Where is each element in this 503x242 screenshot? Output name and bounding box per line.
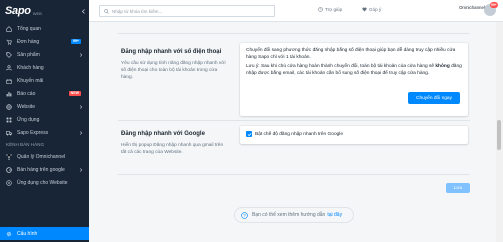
- brand-sub: WEB: [32, 10, 42, 16]
- sidebar-item-website[interactable]: Website: [0, 100, 89, 113]
- google-login-title: Đăng nhập nhanh với Google: [121, 131, 205, 137]
- google-login-card: Bật chế độ đăng nhập nhanh trên Google: [240, 126, 468, 144]
- google-login-checkbox[interactable]: [246, 131, 252, 137]
- scrollbar-thumb[interactable]: [497, 120, 501, 150]
- check-icon: [247, 132, 252, 136]
- sidebar-item-label: Khách hàng: [17, 64, 44, 71]
- gear-icon: [6, 231, 12, 236]
- chevron-right-icon: [79, 104, 83, 109]
- orders-count-badge: 99+: [70, 39, 81, 44]
- sales-channels-heading: KÊNH BÁN HÀNG: [6, 142, 45, 147]
- globe-icon: [6, 103, 12, 110]
- new-badge: NEW: [68, 91, 81, 96]
- svg-text:?: ?: [243, 213, 246, 218]
- sidebar-item-omnichannel[interactable]: Quản lý Omnichannel: [0, 150, 89, 163]
- tag-icon: [6, 51, 12, 58]
- search-input[interactable]: [112, 8, 272, 14]
- user-name[interactable]: Omnichannel: [459, 5, 485, 10]
- heart-icon: [362, 7, 367, 12]
- sidebar-item-settings[interactable]: Cấu hình: [0, 227, 89, 240]
- sidebar-item-label: Sapo Express: [17, 129, 49, 136]
- sidebar-item-google-shopping[interactable]: Bán hàng trên google: [0, 163, 89, 176]
- sidebar-item-label: Website: [17, 103, 35, 110]
- brand-name: Sapo: [5, 5, 31, 17]
- top-bar: ? Trợ giúp Góp ý Omnichannel 99+: [89, 0, 503, 22]
- sidebar: Sapo WEB Tổng quan Đơn hàng 99+ Sản phẩm…: [0, 0, 89, 242]
- feedback-link[interactable]: Góp ý: [362, 7, 381, 12]
- help-label: Trợ giúp: [325, 7, 343, 12]
- sidebar-item-label: Ủng dụng cho Website: [17, 179, 68, 186]
- sidebar-item-promotions[interactable]: Khuyến mãi: [0, 74, 89, 87]
- help-text: Bạn có thể xem thêm hướng dẫn: [252, 212, 326, 218]
- sidebar-nav: Tổng quan Đơn hàng 99+ Sản phẩm Khách hà…: [0, 22, 89, 189]
- sidebar-item-products[interactable]: Sản phẩm: [0, 48, 89, 61]
- home-icon: [6, 25, 12, 32]
- help-link[interactable]: tại đây: [327, 212, 342, 218]
- help-box: ? Bạn có thể xem thêm hướng dẫn tại đây: [234, 207, 354, 223]
- phone-login-description: Yêu cầu sử dụng tính năng đăng nhập nhan…: [121, 61, 226, 80]
- section-divider: [118, 120, 470, 121]
- sidebar-item-label: Bán hàng trên google: [17, 166, 65, 173]
- google-icon: [6, 166, 12, 173]
- note-bold: không: [435, 64, 450, 69]
- sidebar-item-apps[interactable]: Ứng dụng: [0, 113, 89, 126]
- sidebar-item-sapo-express[interactable]: Sapo Express: [0, 126, 89, 139]
- phone-login-title: Đăng nhập nhanh với số điện thoại: [121, 49, 222, 55]
- sidebar-item-label: Sản phẩm: [17, 51, 40, 58]
- phone-login-card: Chuyển đổi sang phương thức đăng nhập bằ…: [240, 43, 468, 116]
- google-login-checkbox-label: Bật chế độ đăng nhập nhanh trên Google: [255, 131, 344, 137]
- help-link[interactable]: ? Trợ giúp: [318, 7, 342, 12]
- apps-icon: [6, 117, 12, 122]
- collapse-sidebar-icon[interactable]: [81, 9, 86, 14]
- sidebar-item-customers[interactable]: Khách hàng: [0, 61, 89, 74]
- sidebar-item-label: Cấu hình: [17, 230, 38, 237]
- sidebar-item-website-app[interactable]: Ủng dụng cho Website: [0, 176, 89, 189]
- feedback-label: Góp ý: [369, 7, 382, 12]
- omnichannel-icon: [6, 153, 12, 160]
- google-login-description: Hiển thị popup Đăng nhập nhanh qua gmail…: [121, 143, 224, 155]
- phone-login-info: Chuyển đổi sang phương thức đăng nhập bằ…: [246, 48, 456, 60]
- save-button[interactable]: Lưu: [446, 183, 470, 193]
- search-box[interactable]: [99, 5, 275, 17]
- note-prefix: Lưu ý: Sau khi chủ cửa hàng hoàn thành c…: [246, 64, 436, 69]
- sidebar-item-overview[interactable]: Tổng quan: [0, 22, 89, 35]
- question-circle-icon: ?: [241, 211, 248, 219]
- search-icon: [104, 8, 109, 14]
- sidebar-item-label: Báo cáo: [17, 90, 36, 97]
- sidebar-item-label: Quản lý Omnichannel: [17, 153, 66, 160]
- sidebar-item-label: Tổng quan: [17, 25, 41, 32]
- google-login-option[interactable]: Bật chế độ đăng nhập nhanh trên Google: [246, 131, 343, 137]
- truck-icon: [6, 130, 12, 135]
- phone-login-note: Lưu ý: Sau khi chủ cửa hàng hoàn thành c…: [246, 64, 462, 77]
- sidebar-item-label: Khuyến mãi: [17, 77, 44, 84]
- sidebar-item-label: Đơn hàng: [17, 38, 40, 45]
- brand-logo[interactable]: Sapo WEB: [0, 0, 89, 22]
- convert-now-button[interactable]: Chuyển đổi ngay: [408, 92, 460, 104]
- notification-badge: 99+: [490, 2, 498, 8]
- sidebar-item-orders[interactable]: Đơn hàng 99+: [0, 35, 89, 48]
- chevron-right-icon: [79, 167, 83, 172]
- chart-icon: [6, 91, 12, 96]
- user-icon: [6, 64, 12, 70]
- question-circle-icon: ?: [318, 7, 323, 12]
- sidebar-item-label: Ứng dụng: [17, 116, 40, 123]
- chevron-right-icon: [79, 52, 83, 57]
- section-divider: [118, 33, 470, 34]
- chevron-right-icon: [79, 130, 83, 135]
- sidebar-item-reports[interactable]: Báo cáo NEW: [0, 87, 89, 100]
- gift-icon: [6, 79, 12, 84]
- cart-icon: [6, 39, 12, 45]
- section-divider: [118, 174, 470, 175]
- plus-icon: [6, 179, 12, 186]
